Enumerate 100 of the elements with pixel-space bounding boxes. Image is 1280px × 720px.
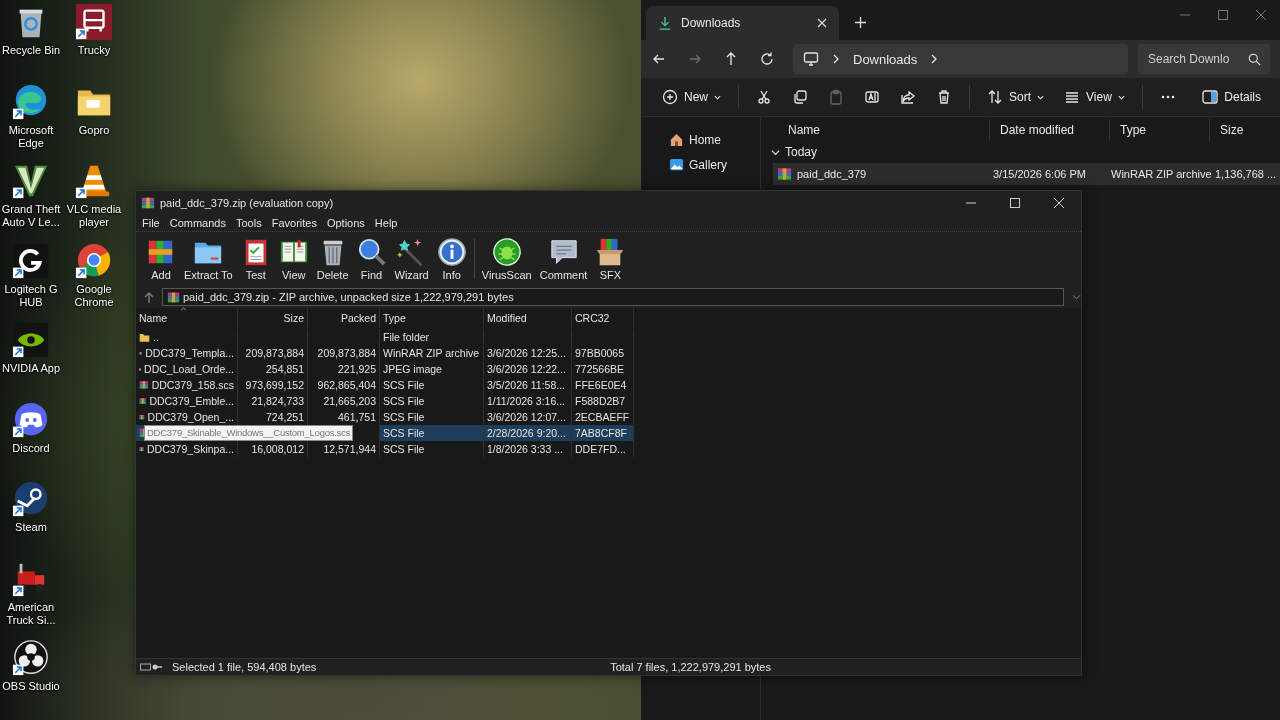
tricolor-circle-icon[interactable] xyxy=(75,241,113,280)
new-tab-plus-icon[interactable] xyxy=(855,17,866,28)
path-field[interactable]: paid_ddc_379.zip - ZIP archive, unpacked size 1,222,979,291 bytes xyxy=(162,288,1064,306)
sort-caret-icon xyxy=(180,307,187,311)
column-header[interactable]: Name xyxy=(136,308,238,328)
piston-logo-icon[interactable] xyxy=(12,480,50,518)
size-cell: 21,824,733 xyxy=(238,393,308,409)
new-button[interactable]: New xyxy=(653,82,730,112)
archive-icon xyxy=(167,290,180,304)
share-icon xyxy=(900,89,916,105)
icon-label: American Truck Si... xyxy=(5,600,57,627)
file-name: DDC379_Templa... xyxy=(136,345,238,361)
toolbar-button[interactable]: Wizard xyxy=(390,235,433,283)
refresh-icon[interactable] xyxy=(759,51,775,67)
game-controller-icon[interactable] xyxy=(12,400,50,439)
column-header[interactable]: Modified xyxy=(484,308,572,328)
chevron-down-icon[interactable] xyxy=(1072,294,1081,300)
type-cell: SCS File xyxy=(380,377,484,393)
column-header[interactable]: Type xyxy=(380,308,484,328)
menu-item[interactable]: Options xyxy=(321,216,370,229)
toolbar-button[interactable]: VirusScan xyxy=(477,235,536,283)
maximize-icon[interactable] xyxy=(1010,197,1020,208)
rename-icon xyxy=(864,89,880,105)
icon-label: VLC media player xyxy=(65,203,123,229)
date-cell: 3/6/2026 12:22... xyxy=(484,361,572,377)
plus-circle-icon xyxy=(662,89,678,105)
icon-label: Grand Theft Auto V Le... xyxy=(0,203,62,229)
packed-cell: 21,665,203 xyxy=(308,393,380,409)
date-cell: 2/28/2026 9:20... xyxy=(484,425,572,441)
column-header[interactable]: Size xyxy=(238,308,308,328)
column-header[interactable]: Type xyxy=(1109,119,1209,141)
address-bar[interactable]: Downloads xyxy=(793,44,1128,74)
file-name: DDC379_Emble... xyxy=(136,393,238,409)
toolbar-button[interactable]: SFX xyxy=(591,235,630,283)
icon-label: Microsoft Edge xyxy=(7,123,55,150)
toolbar-button[interactable]: Extract To xyxy=(180,235,237,283)
packed-cell: 962,865,404 xyxy=(308,377,380,393)
search-field[interactable]: Search Downlo xyxy=(1148,45,1248,73)
column-header[interactable]: Size xyxy=(1209,119,1269,141)
archive-icon xyxy=(139,379,149,391)
truck-icon[interactable] xyxy=(75,3,113,41)
toolbar-button[interactable]: View xyxy=(274,235,313,283)
scissors-icon xyxy=(756,89,772,105)
icon-label: Google Chrome xyxy=(73,282,115,309)
chevron-right-icon[interactable] xyxy=(930,54,939,64)
panel-icon xyxy=(1202,90,1219,104)
path-text: paid_ddc_379.zip - ZIP archive, unpacked size 1,222,979,291 bytes xyxy=(183,291,514,303)
window-title: paid_ddc_379.zip (evaluation copy) xyxy=(160,196,334,209)
close-icon[interactable] xyxy=(1054,197,1064,208)
menu-item[interactable]: Favorites xyxy=(266,216,322,229)
bug-icon xyxy=(491,237,522,267)
file-name: DDC379_Skinpa... xyxy=(136,441,238,457)
toolbar-button[interactable]: Comment xyxy=(535,235,592,283)
sort-button[interactable]: Sort xyxy=(978,82,1054,112)
toolbar-button[interactable]: Add xyxy=(142,235,180,283)
type-cell: JPEG image xyxy=(380,361,484,377)
folder-tab[interactable]: Downloads xyxy=(646,6,839,40)
sidebar-item[interactable]: Home xyxy=(641,128,760,151)
size-cell: 254,851 xyxy=(238,361,308,377)
column-header[interactable]: Name xyxy=(761,119,989,141)
type-cell: SCS File xyxy=(380,425,484,441)
icon-label: Gopro xyxy=(78,123,110,137)
file-name: paid_ddc_379 xyxy=(773,167,989,181)
archive-icon xyxy=(777,167,792,181)
copy-icon xyxy=(792,89,808,105)
menu-item[interactable]: Tools xyxy=(231,216,267,229)
column-header[interactable]: Packed xyxy=(308,308,380,328)
type-cell: SCS File xyxy=(380,441,484,457)
type-cell: WinRAR ZIP archive xyxy=(380,345,484,361)
size-cell: 16,008,012 xyxy=(238,441,308,457)
file-name: .. xyxy=(136,329,238,345)
drive-key-icon xyxy=(140,663,162,671)
toolbar-button[interactable]: Info xyxy=(432,235,471,283)
search-box[interactable]: Search Downlo xyxy=(1138,44,1270,74)
eye-logo-icon[interactable] xyxy=(12,321,50,359)
menu-item[interactable]: File xyxy=(137,216,165,229)
date-cell: 1/11/2026 3:16... xyxy=(484,393,572,409)
column-header[interactable]: CRC32 xyxy=(572,308,634,328)
details-button[interactable]: Details xyxy=(1193,82,1270,112)
menu-item[interactable]: Help xyxy=(369,216,403,229)
g-logo-icon[interactable] xyxy=(12,241,50,280)
toolbar-button[interactable]: Test xyxy=(236,235,275,283)
date-cell: 3/5/2026 11:58... xyxy=(484,377,572,393)
list-lines-icon xyxy=(1064,89,1081,105)
column-header[interactable]: Date modified xyxy=(989,119,1109,141)
size-cell: 973,699,152 xyxy=(238,377,308,393)
view-button[interactable]: View xyxy=(1055,82,1134,112)
group-header[interactable]: Today xyxy=(761,141,1280,163)
house-icon xyxy=(669,132,684,147)
monitor-icon xyxy=(803,51,819,67)
toolbar-button[interactable]: Find xyxy=(352,235,391,283)
file-row[interactable]: paid_ddc_379 3/15/2026 6:06 PM WinRAR ZIP archive 1,136,768 ... xyxy=(773,163,1280,185)
menu-item[interactable]: Commands xyxy=(164,216,231,229)
sidebar-item[interactable]: Gallery xyxy=(641,153,760,176)
clipboard-icon xyxy=(828,89,844,105)
circle-logo-icon[interactable] xyxy=(12,639,50,677)
type-cell-text: WinRAR ZIP archive xyxy=(1110,168,1211,180)
breadcrumb-item[interactable]: Downloads xyxy=(853,51,918,67)
type-cell: SCS File xyxy=(380,393,484,409)
toolbar-button[interactable]: Delete xyxy=(312,235,353,283)
